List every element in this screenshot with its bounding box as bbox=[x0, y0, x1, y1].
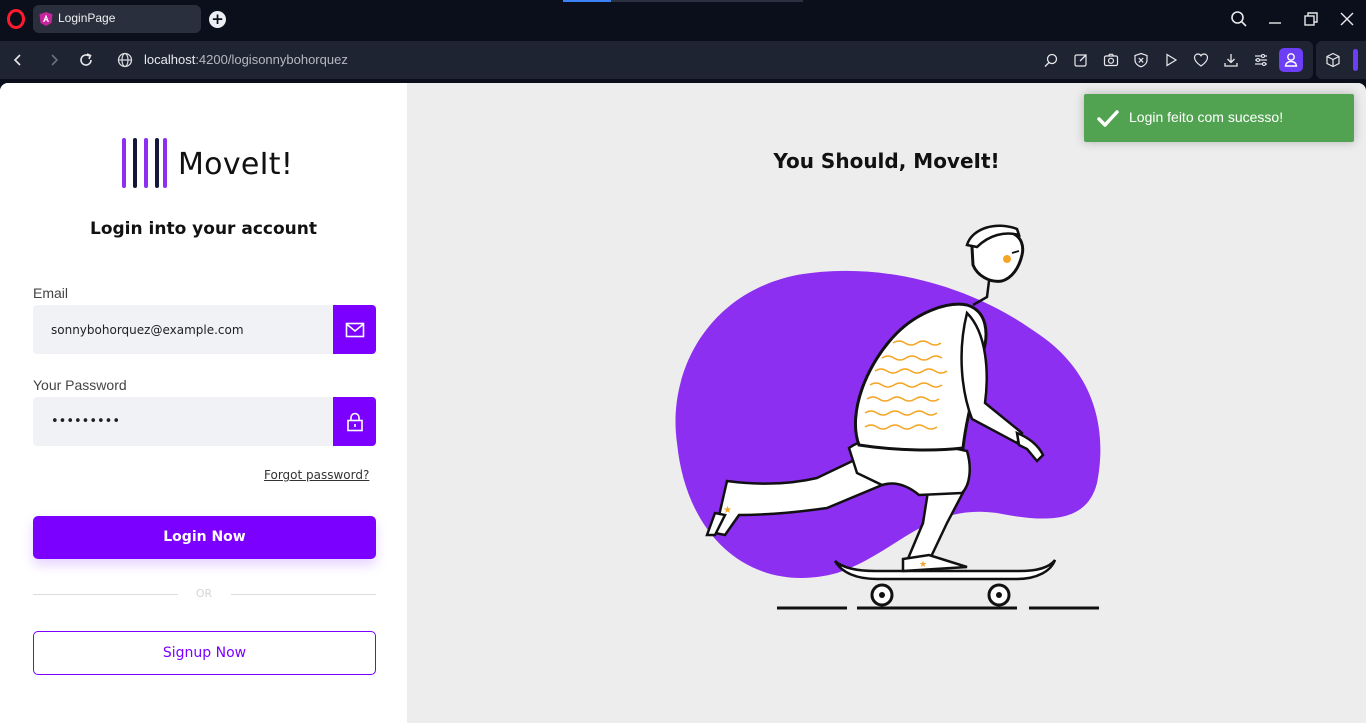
profile-button[interactable] bbox=[1279, 48, 1303, 72]
minimize-icon[interactable] bbox=[1265, 9, 1285, 29]
hero-title: You Should, MoveIt! bbox=[773, 149, 1000, 173]
email-icon-box bbox=[333, 305, 376, 354]
download-icon[interactable] bbox=[1223, 52, 1239, 68]
hero-panel: You Should, MoveIt! ★ ★ bbox=[407, 83, 1366, 723]
globe-icon[interactable] bbox=[116, 51, 134, 69]
svg-text:★: ★ bbox=[723, 505, 732, 516]
divider-left bbox=[33, 594, 178, 595]
player-icon[interactable] bbox=[1163, 52, 1179, 68]
easy-setup-icon[interactable] bbox=[1253, 52, 1269, 68]
moveit-logo-icon bbox=[122, 138, 167, 188]
password-icon-box bbox=[333, 397, 376, 446]
svg-text:★: ★ bbox=[919, 560, 927, 570]
url-host: localhost bbox=[144, 52, 196, 67]
close-icon[interactable] bbox=[1337, 9, 1357, 29]
tab-title: LoginPage bbox=[58, 11, 116, 25]
email-field[interactable] bbox=[33, 305, 333, 354]
search-page-icon[interactable] bbox=[1043, 52, 1059, 68]
browser-titlebar: LoginPage + bbox=[0, 0, 1366, 38]
login-button[interactable]: Login Now bbox=[33, 516, 376, 559]
back-icon[interactable] bbox=[9, 51, 27, 69]
address-bar: localhost:4200/logisonnybohorquez bbox=[0, 41, 1313, 79]
checkmark-icon bbox=[1097, 110, 1119, 127]
login-panel: MoveIt! Login into your account Email Yo… bbox=[0, 83, 407, 723]
reload-icon[interactable] bbox=[77, 51, 95, 69]
password-field-wrapper bbox=[33, 397, 376, 446]
lock-icon bbox=[346, 412, 363, 431]
skateboarder-illustration: ★ ★ bbox=[675, 224, 1101, 610]
ad-blocker-icon[interactable] bbox=[1133, 52, 1149, 68]
signup-button[interactable]: Signup Now bbox=[33, 631, 376, 675]
email-label: Email bbox=[33, 285, 69, 301]
forward-icon[interactable] bbox=[45, 51, 63, 69]
camera-icon[interactable] bbox=[1103, 52, 1119, 68]
password-label: Your Password bbox=[33, 377, 127, 393]
success-toast[interactable]: Login feito com sucesso! bbox=[1084, 94, 1354, 142]
url-path: :4200/logisonnybohorquez bbox=[195, 52, 348, 67]
extensions-area bbox=[1316, 41, 1366, 79]
opera-logo-icon[interactable] bbox=[7, 9, 25, 29]
divider-right bbox=[231, 594, 376, 595]
login-heading: Login into your account bbox=[90, 219, 317, 239]
browser-tab[interactable]: LoginPage bbox=[33, 5, 201, 33]
brand-name: MoveIt! bbox=[178, 147, 294, 182]
restore-icon[interactable] bbox=[1301, 9, 1321, 29]
password-field[interactable] bbox=[33, 397, 333, 446]
web-page: MoveIt! Login into your account Email Yo… bbox=[0, 83, 1366, 723]
mail-icon bbox=[345, 322, 364, 337]
email-field-wrapper bbox=[33, 305, 376, 354]
toast-message: Login feito com sucesso! bbox=[1129, 109, 1284, 125]
heart-icon[interactable] bbox=[1193, 52, 1209, 68]
new-tab-button[interactable]: + bbox=[209, 11, 226, 28]
forgot-password-link[interactable]: Forgot password? bbox=[264, 468, 369, 482]
edit-icon[interactable] bbox=[1073, 52, 1089, 68]
profile-icon bbox=[1284, 53, 1298, 67]
tab-progress-indicator bbox=[563, 0, 803, 2]
or-separator: OR bbox=[195, 587, 213, 600]
sidebar-accent bbox=[1353, 49, 1358, 71]
angular-favicon-icon bbox=[39, 12, 53, 26]
extensions-cube-icon[interactable] bbox=[1325, 52, 1341, 68]
search-tabs-icon[interactable] bbox=[1229, 9, 1249, 29]
url-field[interactable]: localhost:4200/logisonnybohorquez bbox=[144, 52, 348, 67]
